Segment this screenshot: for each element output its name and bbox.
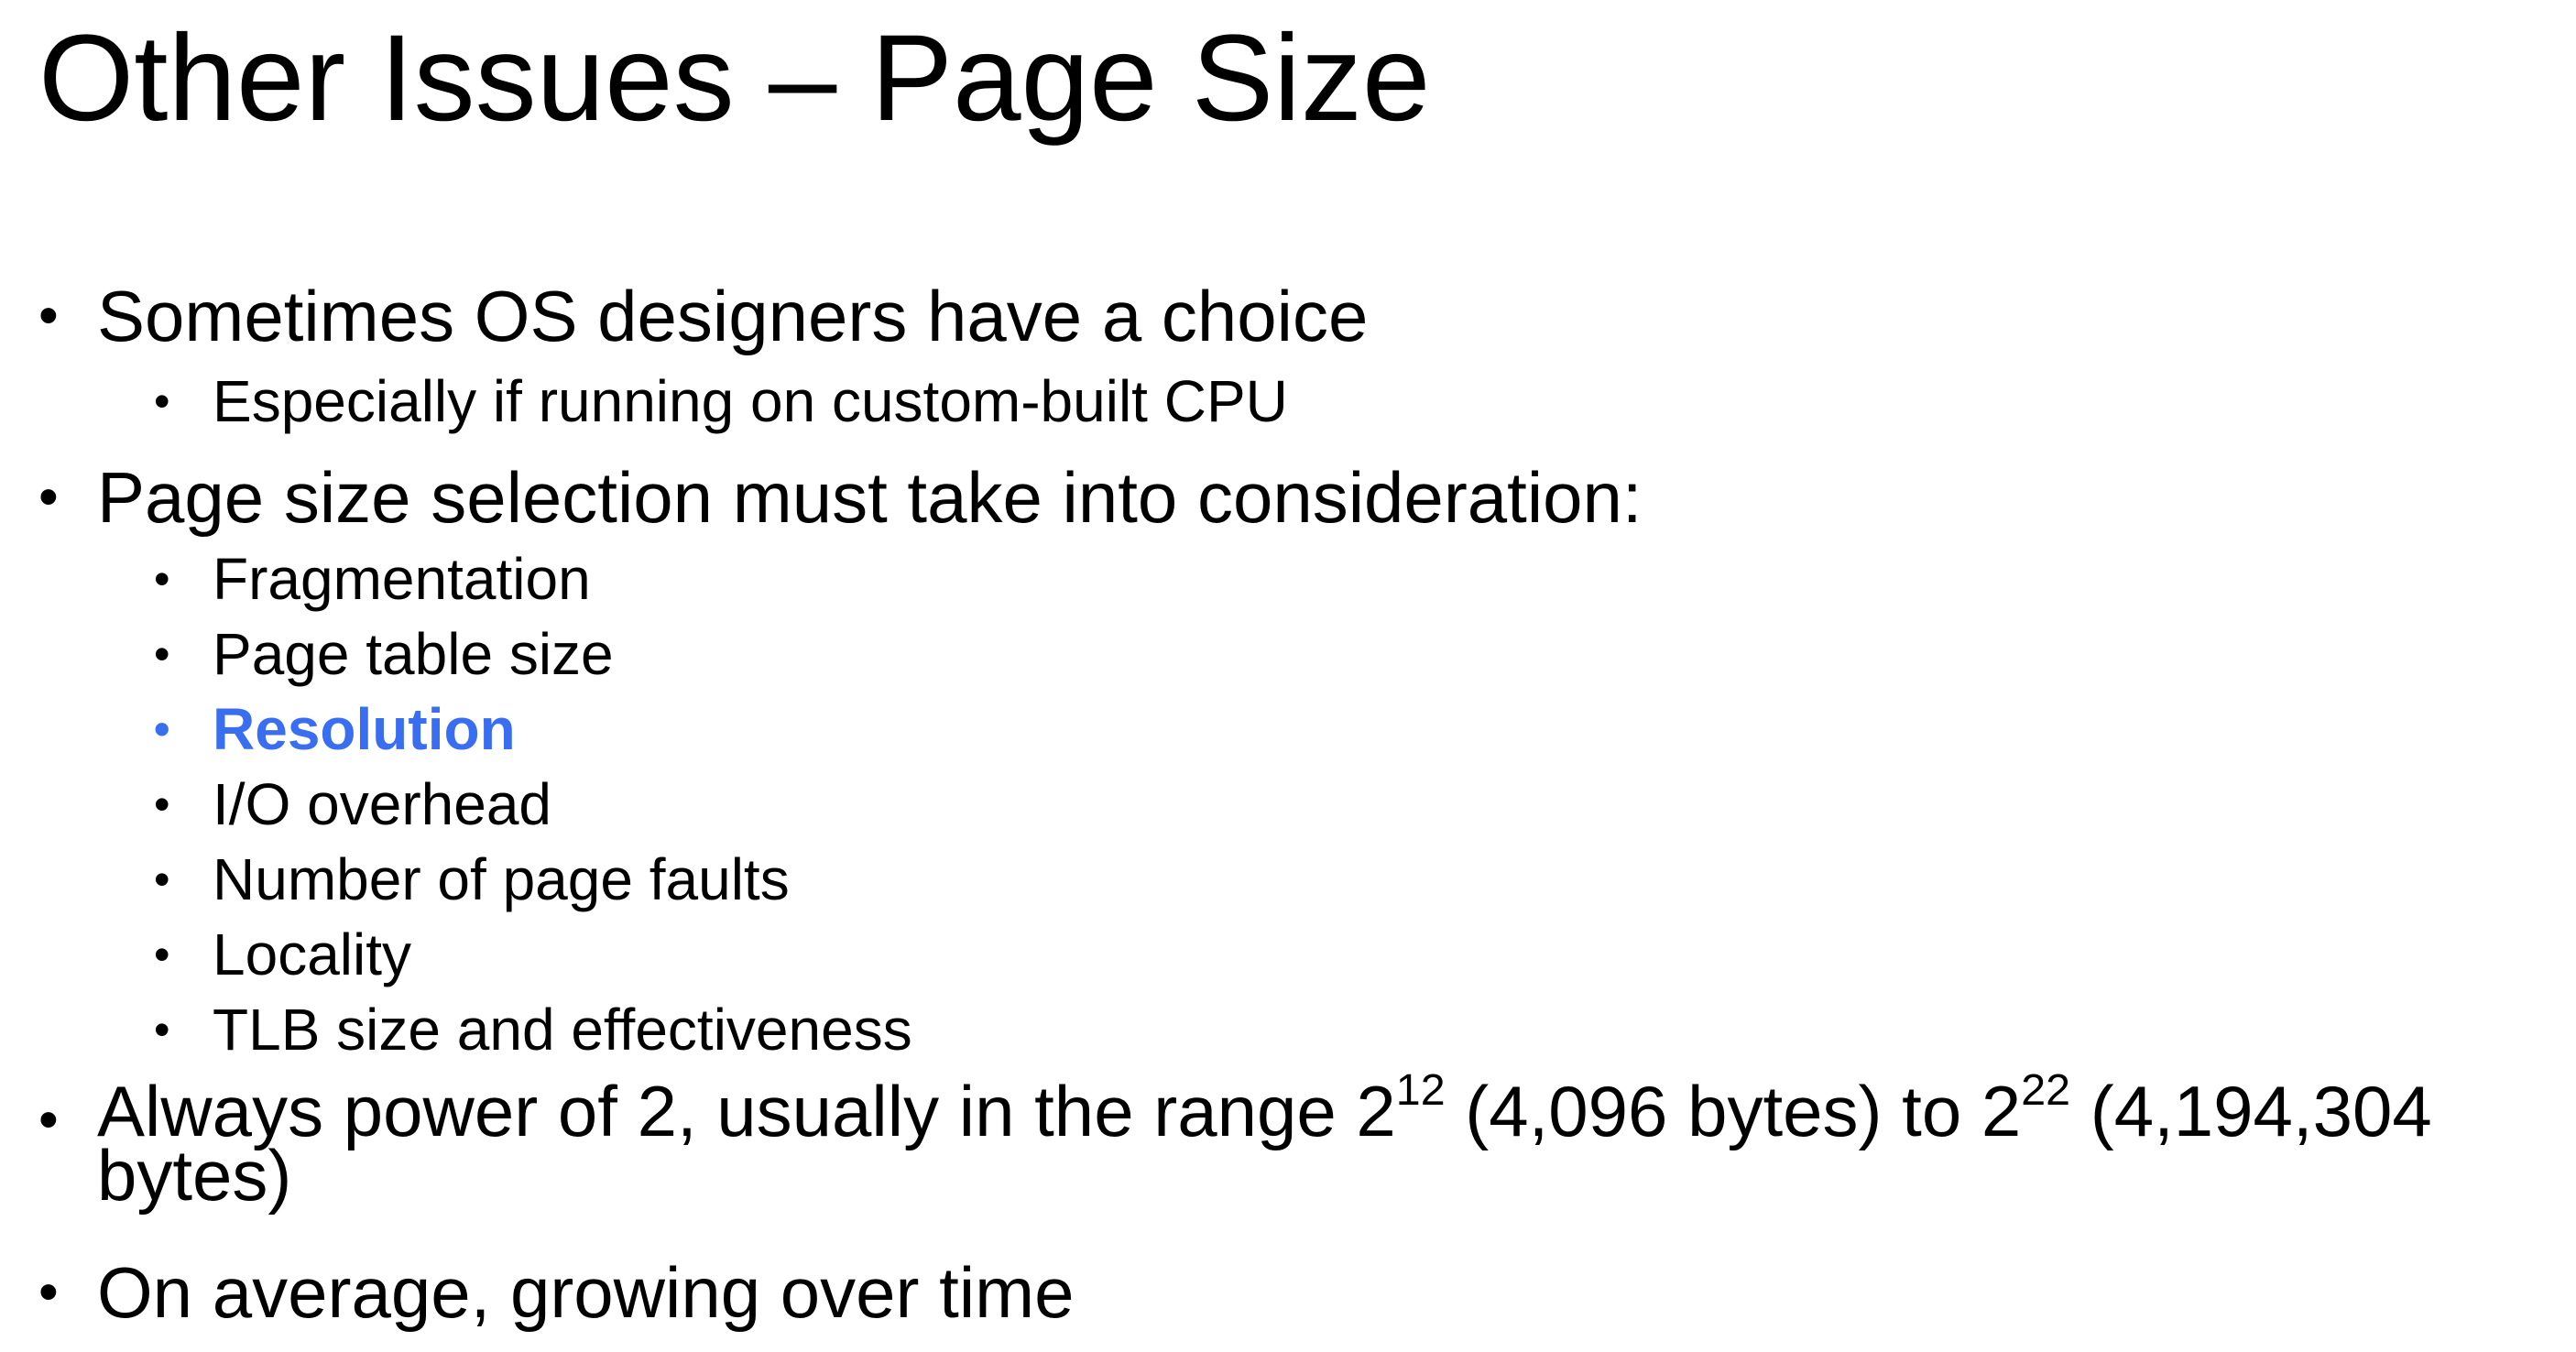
bullet-dot: • xyxy=(154,854,170,905)
sub-bullet-text: Resolution xyxy=(213,696,516,762)
bullet-dot: • xyxy=(38,284,59,347)
bullet-text: Sometimes OS designers have a choice xyxy=(97,276,1369,356)
sub-bullet-text: Page table size xyxy=(213,621,614,687)
bullet-dot: • xyxy=(154,703,170,755)
sub-bullet-text: Locality xyxy=(213,921,411,987)
bullet-text: Page size selection must take into consi… xyxy=(97,457,1643,538)
sub-bullet-text: I/O overhead xyxy=(213,771,551,837)
slide-title: Other Issues – Page Size xyxy=(38,10,1431,147)
exponent: 12 xyxy=(1395,1064,1446,1115)
sub-bullet-text: Fragmentation xyxy=(213,546,591,612)
bullet-dot: • xyxy=(154,376,170,427)
bullet-dot: • xyxy=(154,553,170,605)
bullet-dot: • xyxy=(38,1088,59,1151)
bullet-text-part: (4,194,304 xyxy=(2070,1071,2432,1151)
bullet-dot: • xyxy=(38,1260,59,1324)
bullet-dot: • xyxy=(154,628,170,680)
exponent: 22 xyxy=(2021,1064,2071,1115)
bullet-dot: • xyxy=(154,779,170,830)
bullet-text: On average, growing over time xyxy=(97,1252,1075,1333)
bullet-dot: • xyxy=(154,1004,170,1055)
bullet-text-part: Always power of 2, usually in the range … xyxy=(97,1071,1396,1151)
sub-bullet-text: TLB size and effectiveness xyxy=(213,997,912,1063)
bullet-dot: • xyxy=(38,465,59,529)
bullet-text-part: (4,096 bytes) to 2 xyxy=(1445,1071,2022,1151)
bullet-text: Always power of 2, usually in the range … xyxy=(97,1068,2432,1216)
bullet-dot: • xyxy=(154,929,170,980)
sub-bullet-text: Especially if running on custom-built CP… xyxy=(213,368,1288,434)
bullet-text-line-1: Always power of 2, usually in the range … xyxy=(97,1068,2432,1147)
bullet-text-line-2: bytes) xyxy=(97,1135,292,1216)
sub-bullet-text: Number of page faults xyxy=(213,846,790,912)
